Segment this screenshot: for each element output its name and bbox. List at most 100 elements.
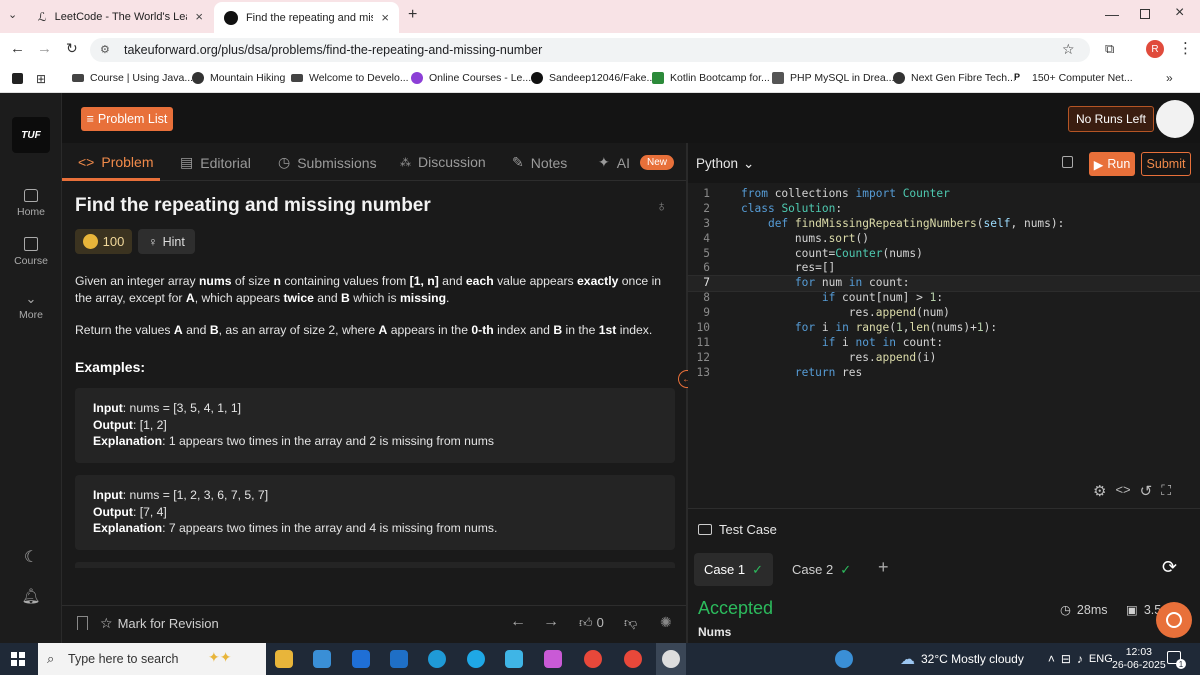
- previous-problem-icon[interactable]: ←: [510, 613, 526, 631]
- tab-ai[interactable]: ✦ AI New: [598, 154, 674, 171]
- code-line[interactable]: 3 def findMissingRepeatingNumbers(self, …: [688, 217, 1200, 232]
- submit-button[interactable]: Submit: [1141, 152, 1191, 176]
- new-tab-icon[interactable]: +: [408, 6, 417, 24]
- file-explorer-icon[interactable]: [275, 650, 293, 668]
- tab-search-icon[interactable]: ⌄: [8, 8, 17, 21]
- language-select[interactable]: Python ⌄: [696, 156, 754, 172]
- browser-tab-tuf[interactable]: Find the repeating and missing ×: [214, 2, 399, 33]
- active-app-highlight[interactable]: [656, 643, 686, 675]
- code-text[interactable]: count=Counter(nums): [741, 247, 923, 262]
- volume-icon[interactable]: ♪: [1077, 652, 1083, 666]
- sidebar-item-more[interactable]: ⌄ More: [0, 291, 62, 321]
- moon-icon[interactable]: ☾: [0, 547, 62, 567]
- like-button[interactable]: 👍︎ 0: [579, 615, 604, 631]
- grid-icon[interactable]: ⊞: [36, 72, 46, 86]
- browser-menu-icon[interactable]: ⋮: [1178, 39, 1193, 57]
- mark-for-revision-button[interactable]: ☆ Mark for Revision: [100, 615, 219, 632]
- code-text[interactable]: def findMissingRepeatingNumbers(self, nu…: [741, 217, 1064, 232]
- add-case-icon[interactable]: +: [878, 557, 889, 578]
- weather-text[interactable]: 32°C Mostly cloudy: [921, 652, 1024, 666]
- user-avatar[interactable]: [1156, 100, 1194, 138]
- bookmark-item[interactable]: Next Gen Fibre Tech...: [893, 72, 1016, 84]
- taskbar-search-input[interactable]: ⌕ Type here to search ✦✦: [38, 643, 266, 675]
- reset-icon[interactable]: ↺: [1140, 482, 1153, 500]
- dropbox-icon[interactable]: [352, 650, 370, 668]
- network-icon[interactable]: ⊟: [1061, 652, 1071, 666]
- bookmark-icon[interactable]: [77, 616, 88, 630]
- taskbar-clock[interactable]: 12:03 26-06-2025: [1112, 646, 1166, 672]
- skype-icon[interactable]: [467, 650, 485, 668]
- thumbs-down-icon[interactable]: 👎︎: [624, 615, 637, 631]
- site-info-icon[interactable]: ⚙: [100, 43, 110, 56]
- code-text[interactable]: return res: [741, 366, 862, 381]
- code-lines[interactable]: 1 from collections import Counter 2 class …: [687, 187, 1200, 381]
- close-tab-icon[interactable]: ×: [195, 9, 203, 24]
- code-line[interactable]: 8 if count[num] > 1:: [688, 291, 1200, 306]
- chrome-profile-icon[interactable]: [624, 650, 642, 668]
- forward-icon[interactable]: →: [37, 40, 52, 57]
- bookmark-item[interactable]: P 150+ Computer Net...: [1014, 72, 1133, 84]
- bookmark-item[interactable]: Sandeep12046/Fake...: [531, 72, 655, 84]
- profile-avatar[interactable]: R: [1146, 40, 1164, 58]
- tab-problem[interactable]: <> Problem: [78, 154, 154, 170]
- case-tab-2[interactable]: Case 2 ✓: [792, 553, 851, 586]
- code-format-icon[interactable]: <>: [1115, 482, 1130, 500]
- next-problem-icon[interactable]: →: [543, 613, 559, 631]
- code-editor[interactable]: Python ⌄ ▶ Run Submit 1 from collections im…: [687, 143, 1200, 508]
- problem-list-button[interactable]: ≡ Problem List: [81, 107, 173, 131]
- bug-icon[interactable]: ✺: [660, 614, 672, 631]
- code-line[interactable]: 1 from collections import Counter: [688, 187, 1200, 202]
- sidebar-item-home[interactable]: Home: [0, 189, 62, 218]
- language-indicator[interactable]: ENG: [1089, 653, 1113, 665]
- tab-notes[interactable]: ✎ Notes: [512, 154, 567, 171]
- browser-tab-leetcode[interactable]: ℒ LeetCode - The World's Leading ×: [28, 4, 213, 29]
- chevron-up-icon[interactable]: ˄: [1048, 652, 1055, 666]
- hint-button[interactable]: ♀ Hint: [138, 229, 195, 254]
- help-icon[interactable]: [835, 650, 853, 668]
- code-text[interactable]: res=[]: [741, 261, 835, 276]
- code-text[interactable]: from collections import Counter: [741, 187, 950, 202]
- code-line[interactable]: 5 count=Counter(nums): [688, 247, 1200, 262]
- code-line[interactable]: 7 for num in count:: [687, 275, 1200, 293]
- bookmark-item[interactable]: Welcome to Develo...: [291, 72, 409, 84]
- code-text[interactable]: class Solution:: [741, 202, 842, 217]
- code-line[interactable]: 6 res=[]: [688, 261, 1200, 276]
- code-line[interactable]: 2 class Solution:: [688, 202, 1200, 217]
- fullscreen-icon[interactable]: ⛶: [1161, 482, 1171, 500]
- refresh-icon[interactable]: ⟳: [1162, 557, 1177, 578]
- code-line[interactable]: 9 res.append(num): [688, 306, 1200, 321]
- tab-editorial[interactable]: ▤ Editorial: [180, 154, 251, 171]
- chrome-icon[interactable]: [584, 650, 602, 668]
- run-button[interactable]: ▶ Run: [1089, 152, 1135, 176]
- restore-icon[interactable]: [1140, 9, 1150, 19]
- chat-help-button[interactable]: [1156, 602, 1192, 638]
- bookmark-item[interactable]: PHP MySQL in Drea...: [772, 72, 894, 84]
- no-runs-left-badge[interactable]: No Runs Left: [1068, 106, 1154, 132]
- bell-icon[interactable]: 🔔︎: [0, 587, 62, 605]
- code-text[interactable]: res.append(num): [741, 306, 950, 321]
- bookmark-item[interactable]: Course | Using Java...: [72, 72, 193, 84]
- reload-icon[interactable]: ↻: [66, 40, 78, 57]
- tab-discussion[interactable]: ⁂ Discussion: [400, 154, 486, 170]
- copilot-icon[interactable]: [544, 650, 562, 668]
- close-tab-icon[interactable]: ×: [381, 10, 389, 25]
- bookmark-item[interactable]: Kotlin Bootcamp for...: [652, 72, 770, 84]
- code-text[interactable]: if i not in count:: [741, 336, 943, 351]
- code-text[interactable]: if count[num] > 1:: [741, 291, 943, 306]
- code-text[interactable]: for num in count:: [741, 276, 910, 291]
- code-line[interactable]: 10 for i in range(1,len(nums)+1):: [688, 321, 1200, 336]
- tab-submissions[interactable]: ◷ Submissions: [278, 154, 377, 171]
- code-text[interactable]: for i in range(1,len(nums)+1):: [741, 321, 997, 336]
- code-line[interactable]: 4 nums.sort(): [688, 232, 1200, 247]
- apps-icon[interactable]: [12, 73, 23, 84]
- store-icon[interactable]: [313, 650, 331, 668]
- minimize-icon[interactable]: —: [1105, 6, 1119, 22]
- code-text[interactable]: nums.sort(): [741, 232, 869, 247]
- code-text[interactable]: res.append(i): [741, 351, 937, 366]
- bookmark-item[interactable]: Mountain Hiking: [192, 72, 285, 84]
- close-window-icon[interactable]: ×: [1175, 4, 1184, 22]
- code-line[interactable]: 12 res.append(i): [688, 351, 1200, 366]
- extensions-icon[interactable]: ⧉: [1105, 41, 1114, 57]
- bookmark-item[interactable]: Online Courses - Le...: [411, 72, 531, 84]
- lightbulb-icon[interactable]: ♁: [656, 198, 667, 215]
